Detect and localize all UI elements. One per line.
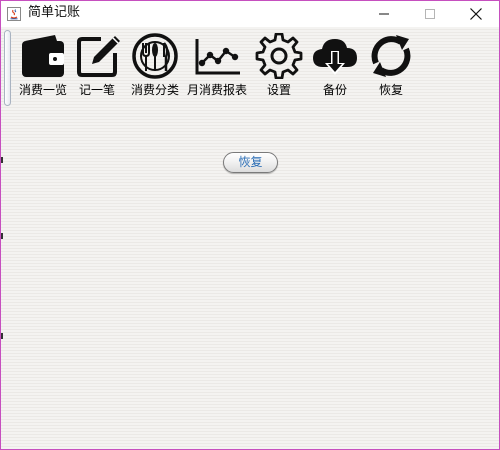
maximize-button[interactable]: [407, 1, 453, 27]
close-icon: [470, 8, 482, 20]
window-title: 简单记账: [28, 5, 81, 20]
toolbar-item-label: 消费一览: [18, 83, 67, 97]
gear-icon: [255, 33, 303, 79]
maximize-icon: [425, 9, 435, 19]
toolbar-item-label: 设置: [266, 83, 291, 97]
refresh-icon: [371, 35, 411, 77]
app-window: 简单记账 消费一览 记一笔 消费分类 月消费报表 设置 备份 恢复 恢复: [0, 0, 500, 450]
main-panel: 消费一览 记一笔 消费分类 月消费报表 设置 备份 恢复 恢复: [1, 27, 499, 449]
utensils-icon: [132, 33, 178, 79]
toolbar-item-label: 记一笔: [78, 83, 115, 97]
restore-button[interactable]: 恢复: [223, 152, 278, 173]
toolbar-item-overview[interactable]: 消费一览: [17, 33, 69, 97]
toolbar-item-add-record[interactable]: 记一笔: [75, 33, 120, 97]
edge-mark: [1, 333, 3, 339]
toolbar-item-settings[interactable]: 设置: [253, 33, 305, 97]
toolbar-grip[interactable]: [4, 30, 11, 106]
toolbar-item-label: 消费分类: [130, 83, 179, 97]
toolbar-item-restore[interactable]: 恢复: [367, 33, 415, 97]
toolbar-item-label: 月消费报表: [186, 83, 247, 97]
edge-mark: [1, 233, 3, 239]
edit-icon: [77, 36, 120, 77]
toolbar-item-label: 恢复: [378, 83, 403, 97]
close-button[interactable]: [453, 1, 499, 27]
toolbar-item-label: 备份: [322, 83, 347, 97]
toolbar-item-categories[interactable]: 消费分类: [129, 33, 181, 97]
edge-mark: [1, 157, 3, 163]
line-chart-icon: [195, 39, 240, 75]
cloud-download-icon: [313, 39, 357, 75]
minimize-icon: [379, 13, 389, 15]
toolbar-item-monthly-report[interactable]: 月消费报表: [186, 33, 248, 97]
toolbar: 消费一览 记一笔 消费分类 月消费报表 设置 备份 恢复: [1, 27, 499, 107]
java-app-icon: [7, 6, 21, 21]
title-bar[interactable]: 简单记账: [1, 1, 499, 27]
minimize-button[interactable]: [361, 1, 407, 27]
toolbar-item-backup[interactable]: 备份: [311, 33, 359, 97]
wallet-icon: [22, 35, 64, 77]
